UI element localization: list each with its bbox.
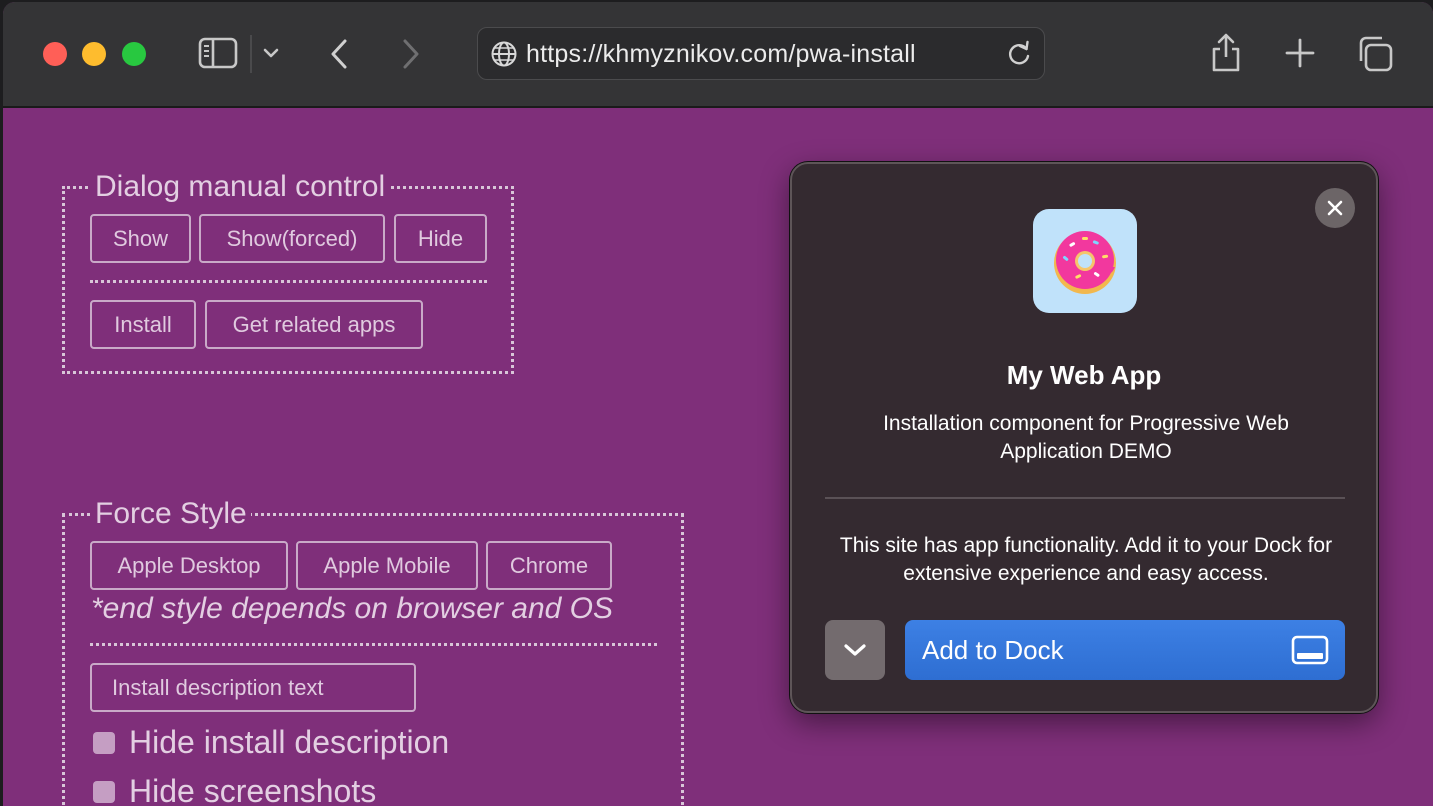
install-button[interactable]: Install xyxy=(90,300,196,349)
app-title: My Web App xyxy=(1006,360,1162,390)
show-button[interactable]: Show xyxy=(90,214,191,263)
globe-icon xyxy=(490,40,518,73)
donut-icon xyxy=(1033,209,1137,313)
browser-toolbar: https://khmyznikov.com/pwa-install xyxy=(3,2,1433,108)
hide-screenshots-option[interactable]: Hide screenshots xyxy=(93,773,376,806)
chrome-button[interactable]: Chrome xyxy=(486,541,612,590)
chevron-down-icon xyxy=(844,644,866,656)
hide-install-description-label: Hide install description xyxy=(129,724,450,760)
apple-desktop-button[interactable]: Apple Desktop xyxy=(90,541,288,590)
toolbar-divider xyxy=(250,35,252,73)
force-style-legend: Force Style xyxy=(95,497,247,530)
hide-install-description-option[interactable]: Hide install description xyxy=(93,724,449,761)
close-window-button[interactable] xyxy=(43,42,67,66)
url-text: https://khmyznikov.com/pwa-install xyxy=(526,40,916,68)
sidebar-icon[interactable] xyxy=(198,37,238,69)
hide-install-description-checkbox[interactable] xyxy=(93,731,115,754)
apple-mobile-button[interactable]: Apple Mobile xyxy=(296,541,478,590)
close-icon xyxy=(1327,200,1343,216)
dialog-close-button[interactable] xyxy=(1315,188,1355,228)
dialog-control-divider xyxy=(90,280,487,283)
hide-button[interactable]: Hide xyxy=(394,214,487,263)
minimize-window-button[interactable] xyxy=(82,42,106,66)
dock-icon xyxy=(1291,635,1329,670)
dialog-divider xyxy=(825,497,1345,499)
hide-screenshots-checkbox[interactable] xyxy=(93,780,115,803)
add-to-dock-label: Add to Dock xyxy=(922,635,1064,665)
tabs-overview-icon[interactable] xyxy=(1356,35,1394,73)
install-dialog: My Web App Installation component for Pr… xyxy=(790,162,1378,713)
install-description-text-button[interactable]: Install description text xyxy=(90,663,416,712)
hide-screenshots-label: Hide screenshots xyxy=(129,773,377,806)
address-bar[interactable]: https://khmyznikov.com/pwa-install xyxy=(477,27,1045,80)
zoom-window-button[interactable] xyxy=(122,42,146,66)
app-description: Installation component for Progressive W… xyxy=(883,412,1289,463)
browser-window: https://khmyznikov.com/pwa-install Dialo… xyxy=(3,2,1433,806)
force-style-divider xyxy=(90,643,657,646)
expand-button[interactable] xyxy=(825,620,885,680)
add-to-dock-button[interactable]: Add to Dock xyxy=(905,620,1345,680)
install-info-text: This site has app functionality. Add it … xyxy=(839,534,1333,585)
chevron-down-icon[interactable] xyxy=(262,46,280,60)
reload-icon[interactable] xyxy=(1006,40,1032,73)
dialog-control-legend: Dialog manual control xyxy=(95,170,386,203)
share-icon[interactable] xyxy=(1210,32,1242,72)
new-tab-icon[interactable] xyxy=(1284,37,1316,69)
show-forced-button[interactable]: Show(forced) xyxy=(199,214,385,263)
get-related-apps-button[interactable]: Get related apps xyxy=(205,300,423,349)
back-icon[interactable] xyxy=(329,38,351,70)
style-note: *end style depends on browser and OS xyxy=(91,592,613,625)
forward-icon[interactable] xyxy=(399,38,421,70)
